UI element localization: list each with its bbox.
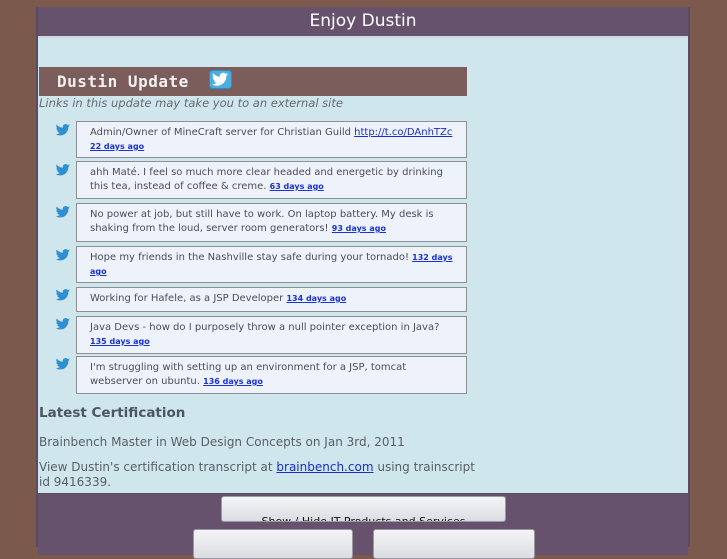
- tweet-text: Admin/Owner of MineCraft server for Chri…: [90, 127, 351, 138]
- page-container: Enjoy Dustin Dustin Update Links in this…: [36, 7, 690, 559]
- update-title-bar: Dustin Update: [39, 67, 467, 96]
- twitter-badge-icon[interactable]: [209, 70, 232, 89]
- bird-icon: [55, 206, 70, 218]
- brainbench-link[interactable]: brainbench.com: [276, 460, 373, 474]
- tweet-age-link[interactable]: 63 days ago: [270, 182, 324, 191]
- bird-icon: [55, 318, 70, 330]
- tweet-item: Hope my friends in the Nashville stay sa…: [76, 246, 467, 283]
- tweet-age-link[interactable]: 22 days ago: [90, 142, 144, 151]
- bird-icon: [55, 289, 70, 301]
- tweet-text: Working for Hafele, as a JSP Developer: [90, 293, 284, 304]
- certification-heading: Latest Certification: [39, 405, 186, 421]
- footer-bar: Show / Hide IT Products and Services: [38, 493, 688, 525]
- toggle-products-button[interactable]: Show / Hide IT Products and Services: [221, 496, 506, 522]
- tweet-text: ahh Maté. I feel so much more clear head…: [90, 167, 443, 192]
- tweet-item: I'm struggling with setting up an enviro…: [76, 356, 467, 394]
- bottom-nav-strip: [38, 525, 688, 559]
- tweet-item: Java Devs - how do I purposely throw a n…: [76, 316, 467, 354]
- nav-button[interactable]: [373, 529, 535, 559]
- bird-icon: [55, 124, 70, 136]
- tweet-text: Java Devs - how do I purposely throw a n…: [90, 322, 440, 333]
- tweet-item: ahh Maté. I feel so much more clear head…: [76, 161, 467, 199]
- nav-button[interactable]: [193, 529, 353, 559]
- tweet-age-link[interactable]: 93 days ago: [332, 224, 386, 233]
- page-title: Enjoy Dustin: [309, 11, 417, 31]
- bird-icon: [55, 164, 70, 176]
- tweet-text: Hope my friends in the Nashville stay sa…: [90, 252, 409, 263]
- certification-text: Brainbench Master in Web Design Concepts…: [39, 435, 405, 449]
- tweet-age-link[interactable]: 135 days ago: [90, 337, 150, 346]
- tweet-age-link[interactable]: 136 days ago: [203, 377, 263, 386]
- tweet-item: Admin/Owner of MineCraft server for Chri…: [76, 121, 467, 158]
- page-header: Enjoy Dustin: [38, 7, 688, 38]
- bird-icon: [55, 249, 70, 261]
- tweet-item: Working for Hafele, as a JSP Developer 1…: [76, 287, 467, 312]
- update-title: Dustin Update: [57, 72, 189, 91]
- certification-transcript-text: View Dustin's certification transcript a…: [39, 460, 479, 490]
- external-link-note: Links in this update may take you to an …: [39, 96, 343, 110]
- tweet-item: No power at job, but still have to work.…: [76, 203, 467, 242]
- tweet-url-link[interactable]: http://t.co/DAnhTZc: [354, 127, 452, 138]
- tweet-age-link[interactable]: 134 days ago: [286, 294, 346, 303]
- bird-icon: [55, 358, 70, 370]
- transcript-prefix: View Dustin's certification transcript a…: [39, 460, 273, 474]
